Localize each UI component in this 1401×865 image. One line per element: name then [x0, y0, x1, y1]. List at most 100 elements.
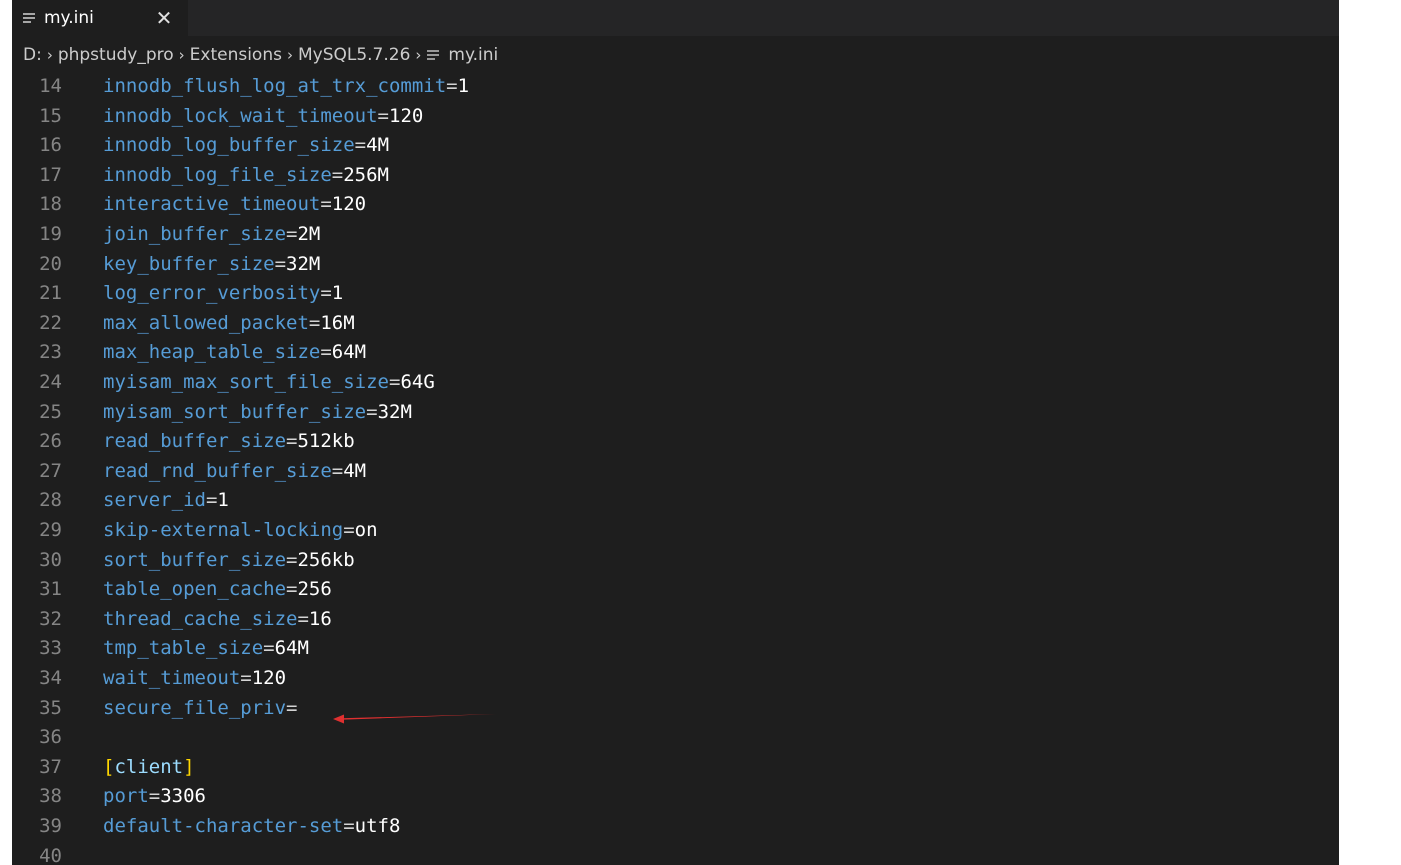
code-line[interactable]: 17 innodb_log_file_size=256M	[12, 161, 1339, 191]
editor-window: my.ini ✕ D: › phpstudy_pro › Extensions …	[12, 0, 1339, 865]
config-key: interactive_timeout	[103, 193, 321, 216]
line-code: read_buffer_size=512kb	[103, 427, 355, 457]
equals-sign: =	[148, 785, 161, 808]
code-line[interactable]: 32 thread_cache_size=16	[12, 605, 1339, 635]
config-key: innodb_lock_wait_timeout	[103, 104, 378, 127]
close-icon[interactable]: ✕	[152, 0, 176, 36]
code-line[interactable]: 21 log_error_verbosity=1	[12, 279, 1339, 309]
code-line[interactable]: 33 tmp_table_size=64M	[12, 634, 1339, 664]
line-number: 14	[39, 75, 62, 97]
code-line[interactable]: 30 sort_buffer_size=256kb	[12, 546, 1339, 576]
breadcrumb-item-mysql[interactable]: MySQL5.7.26	[298, 45, 410, 65]
code-line[interactable]: 38 port=3306	[12, 782, 1339, 812]
line-code: max_heap_table_size=64M	[103, 338, 366, 368]
config-key: myisam_max_sort_file_size	[103, 371, 389, 393]
line-number: 20	[39, 252, 62, 275]
line-code: server_id=1	[103, 486, 229, 516]
code-line[interactable]: 22 max_allowed_packet=16M	[12, 309, 1339, 339]
equals-sign: =	[366, 400, 378, 423]
code-line[interactable]: 35 secure_file_priv=	[12, 694, 1339, 724]
config-key: server_id	[103, 489, 206, 512]
equals-sign: =	[263, 637, 275, 660]
code-line[interactable]: 14 innodb_flush_log_at_trx_commit=1	[12, 72, 1339, 102]
line-number: 16	[39, 134, 62, 157]
line-number: 21	[39, 282, 62, 305]
line-number: 34	[39, 667, 62, 689]
config-value: 16M	[320, 311, 355, 334]
breadcrumb: D: › phpstudy_pro › Extensions › MySQL5.…	[12, 36, 1339, 74]
lines-file-icon	[23, 13, 35, 23]
config-value: 4M	[366, 134, 390, 157]
config-value: 120	[331, 193, 367, 216]
config-value: 256	[297, 578, 332, 601]
config-key: innodb_log_file_size	[103, 163, 332, 186]
config-key: read_buffer_size	[103, 430, 287, 453]
code-line[interactable]: 16 innodb_log_buffer_size=4M	[12, 131, 1339, 161]
line-number: 29	[39, 519, 62, 541]
line-code: skip-external-locking=on	[103, 516, 378, 546]
config-value: 120	[389, 104, 424, 127]
equals-sign: =	[377, 104, 389, 127]
code-line[interactable]: 37 [client]	[12, 753, 1339, 783]
code-line[interactable]: 20 key_buffer_size=32M	[12, 250, 1339, 280]
config-value: 120	[251, 667, 287, 689]
code-line[interactable]: 15 innodb_lock_wait_timeout=120	[12, 102, 1339, 132]
config-key: tmp_table_size	[103, 637, 264, 660]
code-line[interactable]: 19 join_buffer_size=2M	[12, 220, 1339, 250]
code-line[interactable]: 29 skip-external-locking=on	[12, 516, 1339, 546]
code-line[interactable]: 39 default-character-set=utf8	[12, 812, 1339, 842]
config-value: 3306	[160, 785, 206, 808]
code-line[interactable]: 36	[12, 723, 1339, 753]
line-number: 15	[39, 104, 62, 127]
line-code: join_buffer_size=2M	[103, 220, 320, 250]
code-line[interactable]: 26 read_buffer_size=512kb	[12, 427, 1339, 457]
code-line[interactable]: 31 table_open_cache=256	[12, 575, 1339, 605]
code-line[interactable]: 25 myisam_sort_buffer_size=32M	[12, 398, 1339, 428]
breadcrumb-item-drive[interactable]: D:	[23, 45, 42, 65]
equals-sign: =	[320, 193, 332, 216]
config-key: log_error_verbosity	[103, 282, 321, 305]
line-number: 22	[39, 311, 62, 334]
code-line[interactable]: 18 interactive_timeout=120	[12, 190, 1339, 220]
code-line[interactable]: 23 max_heap_table_size=64M	[12, 338, 1339, 368]
equals-sign: =	[205, 489, 218, 512]
breadcrumb-item-extensions[interactable]: Extensions	[190, 45, 282, 65]
chevron-right-icon: ›	[286, 46, 293, 64]
config-value: 256kb	[297, 548, 355, 571]
line-number: 40	[39, 844, 62, 865]
config-key: read_rnd_buffer_size	[103, 459, 332, 482]
config-key: port	[103, 785, 149, 808]
line-code: sort_buffer_size=256kb	[103, 546, 355, 576]
tab-my-ini[interactable]: my.ini ✕	[12, 0, 188, 36]
config-value: 2M	[297, 223, 321, 245]
code-line[interactable]: 34 wait_timeout=120	[12, 664, 1339, 694]
equals-sign: =	[274, 252, 287, 275]
code-line[interactable]: 27 read_rnd_buffer_size=4M	[12, 457, 1339, 487]
config-key: table_open_cache	[103, 578, 287, 601]
line-code: default-character-set=utf8	[103, 812, 400, 842]
config-key: innodb_log_buffer_size	[103, 134, 355, 157]
config-value: 32M	[377, 400, 412, 423]
code-line[interactable]: 28 server_id=1	[12, 486, 1339, 516]
line-number: 30	[39, 548, 62, 571]
chevron-right-icon: ›	[46, 46, 53, 64]
config-value: 1	[217, 489, 229, 512]
equals-sign: =	[286, 223, 298, 245]
equals-sign: =	[308, 311, 321, 334]
code-line[interactable]: 24 myisam_max_sort_file_size=64G	[12, 368, 1339, 398]
breadcrumb-item-file[interactable]: my.ini	[448, 45, 498, 65]
line-number: 32	[39, 607, 62, 630]
equals-sign: =	[354, 134, 367, 157]
config-value: 16	[308, 607, 332, 630]
config-key: thread_cache_size	[103, 607, 298, 630]
config-key: skip-external-locking	[103, 519, 344, 541]
equals-sign: =	[286, 548, 298, 571]
line-number: 31	[39, 578, 62, 601]
line-number: 35	[39, 696, 62, 719]
config-key: default-character-set	[103, 815, 344, 837]
code-line[interactable]: 40	[12, 842, 1339, 865]
equals-sign: =	[446, 75, 458, 97]
section-bracket-close: ]	[183, 755, 195, 778]
breadcrumb-item-phpstudy[interactable]: phpstudy_pro	[58, 45, 174, 65]
code-editor[interactable]: 14 innodb_flush_log_at_trx_commit=1 15 inno…	[12, 72, 1339, 865]
